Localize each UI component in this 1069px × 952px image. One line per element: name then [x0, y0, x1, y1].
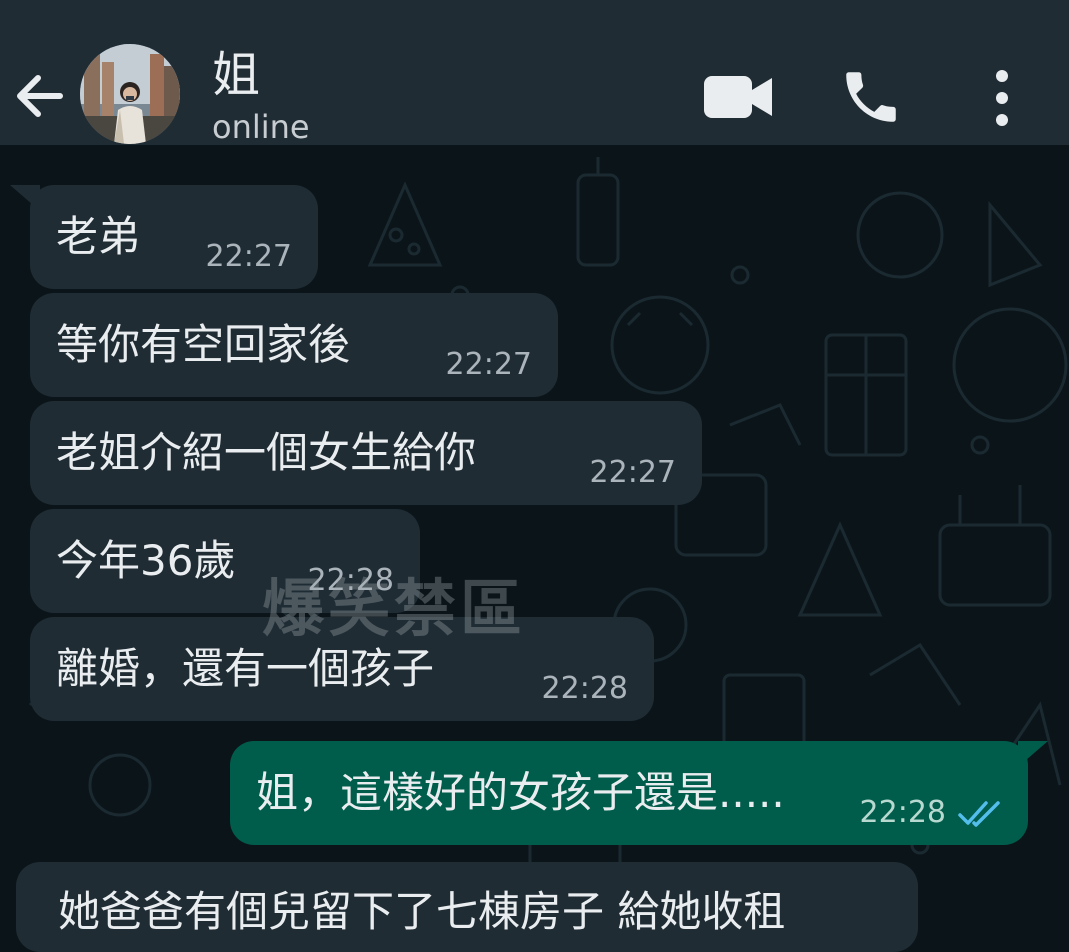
watermark: 爆笑禁區 — [262, 572, 527, 645]
chat-header: 姐 online — [0, 0, 1069, 146]
back-button[interactable] — [12, 68, 68, 124]
message-text: 她爸爸有個兒留下了七棟房子 給她收租 — [58, 887, 786, 936]
message-time: 22:27 — [445, 347, 532, 382]
outgoing-message-bubble[interactable]: 姐，這樣好的女孩子還是..... 22:28 — [230, 741, 1048, 845]
message-bubble[interactable]: 老弟 22:27 — [10, 185, 318, 289]
more-vertical-icon — [996, 70, 1008, 126]
contact-status: online — [212, 108, 310, 146]
video-camera-icon — [704, 76, 772, 118]
voice-call-button[interactable] — [838, 64, 904, 130]
message-text: 今年36歲 — [56, 536, 236, 585]
bubble-tail — [10, 185, 40, 211]
double-check-read-icon — [958, 801, 1000, 827]
message-bubble[interactable]: 老姐介紹一個女生給你 22:27 — [30, 401, 702, 505]
message-time: 22:27 — [589, 455, 676, 490]
video-call-button[interactable] — [700, 70, 776, 124]
message-text: 離婚，還有一個孩子 — [56, 644, 435, 693]
arrow-left-icon — [17, 75, 63, 117]
phone-icon — [846, 72, 896, 122]
message-time: 22:28 — [859, 795, 946, 830]
message-bubble[interactable]: 她爸爸有個兒留下了七棟房子 給她收租 — [16, 862, 918, 952]
more-options-button[interactable] — [982, 66, 1022, 130]
contact-avatar[interactable] — [80, 44, 180, 144]
message-text: 等你有空回家後 — [56, 320, 351, 369]
bubble-tail — [1018, 741, 1048, 767]
message-bubble[interactable]: 等你有空回家後 22:27 — [30, 293, 558, 397]
contact-name[interactable]: 姐 — [212, 46, 260, 104]
message-time: 22:28 — [541, 671, 628, 706]
chat-area[interactable]: 老弟 22:27 等你有空回家後 22:27 老姐介紹一個女生給你 22:27 … — [0, 145, 1069, 903]
message-time: 22:27 — [205, 239, 292, 274]
message-text: 老弟 — [56, 212, 141, 261]
message-text: 老姐介紹一個女生給你 — [56, 428, 477, 477]
message-text: 姐，這樣好的女孩子還是..... — [256, 768, 785, 817]
